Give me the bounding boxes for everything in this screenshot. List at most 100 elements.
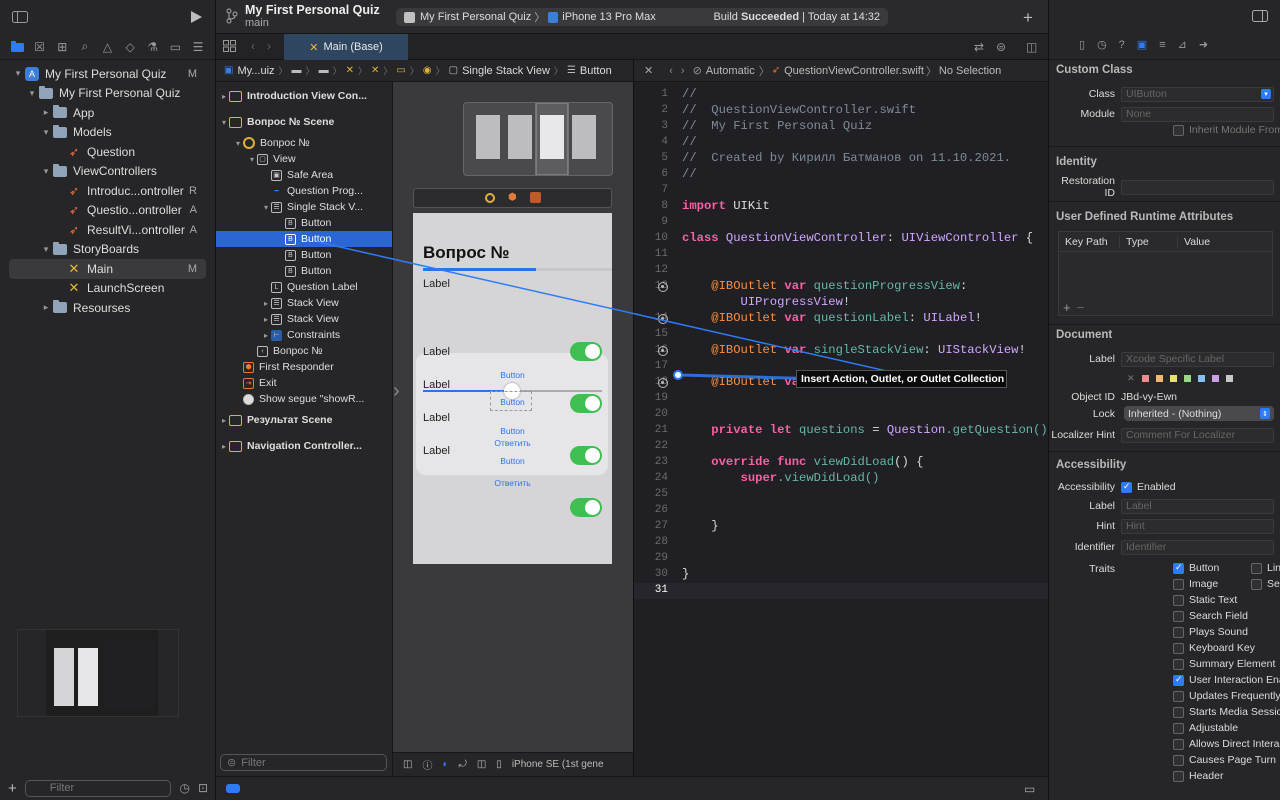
split-editor-icon[interactable]: ◫ [1026,40,1037,54]
trait-box[interactable] [1251,578,1262,590]
source-editor[interactable]: 1 // 2 // QuestionViewController.swift 3 // M… [633,82,1049,776]
grid-icon[interactable] [223,40,236,52]
outline-item[interactable]: ▸ ⊢ Constraints [216,327,392,343]
nav-item[interactable]: ▾ My First Personal Quiz [0,84,215,104]
folder-navigator-icon[interactable] [8,38,26,56]
nav-item[interactable]: ➶ Questio...ontroller A [0,201,215,221]
trait-box[interactable] [1251,562,1262,574]
trait-box[interactable] [1173,642,1184,654]
outline-item[interactable]: ▸ Introduction View Con... [216,83,392,109]
exit-icon[interactable] [530,192,541,203]
ax-hint-field[interactable]: Hint [1121,518,1274,534]
related-items-icon[interactable]: ⊘ [693,64,702,77]
code-line[interactable]: private let questions = Question.getQues… [682,423,1047,437]
trait-checkbox[interactable]: Image [1173,578,1218,590]
code-line[interactable]: UIProgressView! [682,295,851,309]
trait-checkbox[interactable]: Updates Frequently [1173,690,1280,702]
trait-box[interactable] [1173,594,1184,606]
close-icon[interactable]: ✕ [644,64,653,77]
ax-label-field[interactable]: Label [1121,498,1274,514]
outlet-connection-icon[interactable] [658,282,668,292]
outline-item[interactable]: B Button [216,263,392,279]
code-line[interactable]: // [682,135,697,149]
outline-item[interactable]: ▸ ☰ Stack View [216,295,392,311]
switch-row-label[interactable]: Label [423,412,450,424]
recent-files-icon[interactable]: ◷ [179,781,189,795]
module-field[interactable]: None [1121,106,1274,122]
nav-item[interactable]: ➶ ResultVi...ontroller A [0,220,215,240]
accessibility-enabled-checkbox[interactable]: Enabled [1121,481,1176,493]
sidebar-toggle-icon[interactable] [12,11,28,23]
nav-item[interactable]: ▾ ViewControllers [0,162,215,182]
trait-box[interactable] [1173,770,1184,782]
inherit-module-box[interactable] [1173,124,1184,136]
jump-bar-item[interactable]: Single Stack View [462,65,550,77]
col-type[interactable]: Type [1119,235,1177,248]
nav-item[interactable]: ▾ Models [0,123,215,143]
trait-checkbox[interactable]: Button [1173,562,1219,574]
assistant-selection[interactable]: No Selection [939,65,1001,77]
trait-checkbox[interactable]: User Interaction Enabled [1173,674,1280,686]
add-icon[interactable]: + [1023,8,1033,28]
outlet-connection-icon[interactable] [658,346,668,356]
code-line[interactable]: @IBOutlet var [682,375,806,389]
history-inspector-icon[interactable]: ◷ [1097,38,1107,51]
nav-item[interactable]: ▸ App [0,103,215,123]
trait-box[interactable] [1173,738,1184,750]
breakpoint-navigator-icon[interactable]: ▭ [166,38,184,56]
disclosure-open-icon[interactable]: ▾ [219,118,229,127]
disclosure-open-icon[interactable]: ▾ [233,139,243,148]
progress-track[interactable] [423,268,612,271]
outline-item[interactable]: ━ Question Prog... [216,183,392,199]
answer-button[interactable]: Button [413,426,612,436]
code-line[interactable]: } [682,519,718,533]
connections-inspector-icon[interactable]: ➜ [1199,38,1208,51]
answer-button[interactable]: Ответить [413,478,612,488]
outline-item[interactable]: ○ Show segue "showR... [216,391,392,407]
trait-checkbox[interactable]: Causes Page Turn [1173,754,1276,766]
outline-item[interactable]: B Button [216,231,392,247]
code-line[interactable]: // QuestionViewController.swift [682,103,916,117]
label-color-swatch[interactable] [1183,375,1191,382]
answer-button[interactable]: Ответить [413,438,612,448]
switch-row-label[interactable]: Label [423,346,450,358]
code-line[interactable]: // My First Personal Quiz [682,119,872,133]
answer-button[interactable]: Button [413,456,612,466]
accessibility-icon[interactable]: ⓘ [422,757,432,772]
assistant-mode[interactable]: Automatic [706,65,755,77]
outline-item[interactable]: B Button [216,215,392,231]
back-icon[interactable]: ‹ [669,65,673,77]
file-inspector-icon[interactable]: ▯ [1079,38,1085,51]
remove-attribute-button[interactable]: − [1077,300,1085,315]
assistant-file[interactable]: QuestionViewController.swift [784,65,924,77]
refresh-icon[interactable]: ⇄ [974,40,984,54]
disclosure-closed-icon[interactable]: ▸ [40,107,52,118]
code-line[interactable]: super.viewDidLoad() [682,471,880,485]
ax-identifier-field[interactable]: Identifier [1121,539,1274,555]
disclosure-closed-icon[interactable]: ▸ [40,302,52,313]
outline-filter-input[interactable]: ⊜ Filter [220,754,387,771]
restoration-field[interactable] [1121,179,1274,195]
nav-item[interactable]: ▸ Resourses [0,298,215,318]
label-color-swatch[interactable] [1155,375,1163,382]
doc-label-field[interactable]: Xcode Specific Label [1121,351,1274,367]
outline-item[interactable]: ▸ ☰ Stack View [216,311,392,327]
back-icon[interactable]: ‹ [251,39,255,53]
forward-icon[interactable]: › [681,65,685,77]
code-line[interactable]: @IBOutlet var questionProgressView: [682,279,975,293]
code-line[interactable]: } [682,567,689,581]
outline-item[interactable]: ▾ Вопрос № [216,135,392,151]
navigator-filter-input[interactable]: Filter [24,779,172,797]
localizer-field[interactable]: Comment For Localizer [1121,427,1274,443]
trait-checkbox[interactable]: Allows Direct Interaction [1173,738,1280,750]
nav-item[interactable]: ▾ A My First Personal Quiz M [0,64,215,84]
disclosure-closed-icon[interactable]: ▸ [261,331,271,340]
answer-switch[interactable] [570,342,602,361]
canvas-minimap[interactable] [463,102,613,176]
label-color-swatch[interactable] [1197,375,1205,382]
code-line[interactable]: class QuestionViewController: UIViewCont… [682,231,1033,245]
view-controller-icon[interactable] [485,193,495,203]
nav-item[interactable]: ➶ Introduc...ontroller R [0,181,215,201]
run-destination[interactable]: iPhone 13 Pro Max [562,11,656,23]
no-color-icon[interactable]: ✕ [1127,373,1135,384]
